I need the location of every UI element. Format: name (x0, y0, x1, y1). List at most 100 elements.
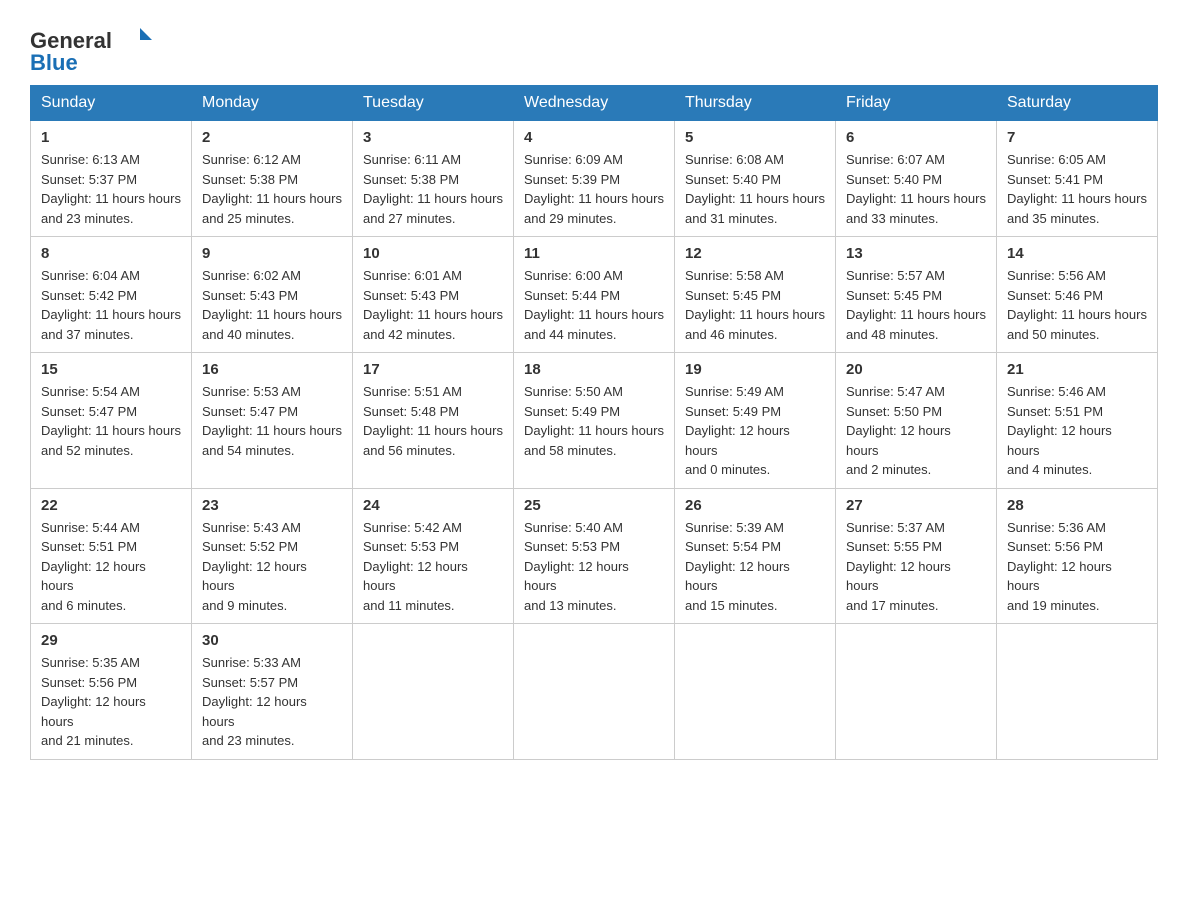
day-info: Sunrise: 6:09 AMSunset: 5:39 PMDaylight:… (524, 150, 664, 228)
day-info: Sunrise: 5:35 AMSunset: 5:56 PMDaylight:… (41, 653, 181, 751)
day-info: Sunrise: 6:01 AMSunset: 5:43 PMDaylight:… (363, 266, 503, 344)
calendar-week-2: 8 Sunrise: 6:04 AMSunset: 5:42 PMDaylight… (31, 237, 1158, 353)
calendar-cell: 16 Sunrise: 5:53 AMSunset: 5:47 PMDayligh… (192, 353, 353, 489)
day-number: 15 (41, 361, 181, 378)
day-info: Sunrise: 6:02 AMSunset: 5:43 PMDaylight:… (202, 266, 342, 344)
day-number: 24 (363, 497, 503, 514)
calendar-cell: 30Sunrise: 5:33 AMSunset: 5:57 PMDayligh… (192, 624, 353, 760)
day-info: Sunrise: 6:08 AMSunset: 5:40 PMDaylight:… (685, 150, 825, 228)
calendar-week-5: 29 Sunrise: 5:35 AMSunset: 5:56 PMDayligh… (31, 624, 1158, 760)
day-number: 19 (685, 361, 825, 378)
calendar-cell: 9 Sunrise: 6:02 AMSunset: 5:43 PMDaylight… (192, 237, 353, 353)
calendar-cell: 7Sunrise: 6:05 AMSunset: 5:41 PMDaylight… (997, 121, 1158, 237)
calendar-cell: 13 Sunrise: 5:57 AMSunset: 5:45 PMDayligh… (836, 237, 997, 353)
day-info: Sunrise: 5:50 AMSunset: 5:49 PMDaylight:… (524, 382, 664, 460)
day-number: 13 (846, 245, 986, 262)
svg-text:Blue: Blue (30, 50, 78, 75)
day-number: 2 (202, 129, 342, 146)
weekday-header-sunday: Sunday (31, 86, 192, 121)
day-number: 10 (363, 245, 503, 262)
calendar-cell: 14 Sunrise: 5:56 AMSunset: 5:46 PMDayligh… (997, 237, 1158, 353)
weekday-header-friday: Friday (836, 86, 997, 121)
day-number: 11 (524, 245, 664, 262)
day-info: Sunrise: 5:37 AMSunset: 5:55 PMDaylight:… (846, 518, 986, 616)
weekday-header-thursday: Thursday (675, 86, 836, 121)
day-info: Sunrise: 5:54 AMSunset: 5:47 PMDaylight:… (41, 382, 181, 460)
day-info: Sunrise: 5:43 AMSunset: 5:52 PMDaylight:… (202, 518, 342, 616)
calendar-cell: 17 Sunrise: 5:51 AMSunset: 5:48 PMDayligh… (353, 353, 514, 489)
calendar-cell: 3 Sunrise: 6:11 AMSunset: 5:38 PMDaylight… (353, 121, 514, 237)
calendar-cell: 10 Sunrise: 6:01 AMSunset: 5:43 PMDayligh… (353, 237, 514, 353)
calendar-week-3: 15 Sunrise: 5:54 AMSunset: 5:47 PMDayligh… (31, 353, 1158, 489)
day-info: Sunrise: 5:36 AMSunset: 5:56 PMDaylight:… (1007, 518, 1147, 616)
day-info: Sunrise: 6:12 AMSunset: 5:38 PMDaylight:… (202, 150, 342, 228)
calendar-week-4: 22Sunrise: 5:44 AMSunset: 5:51 PMDayligh… (31, 488, 1158, 624)
day-number: 1 (41, 129, 181, 146)
weekday-header-monday: Monday (192, 86, 353, 121)
day-number: 8 (41, 245, 181, 262)
calendar-cell: 11 Sunrise: 6:00 AMSunset: 5:44 PMDayligh… (514, 237, 675, 353)
day-info: Sunrise: 6:00 AMSunset: 5:44 PMDaylight:… (524, 266, 664, 344)
calendar-cell: 4Sunrise: 6:09 AMSunset: 5:39 PMDaylight… (514, 121, 675, 237)
calendar-cell: 20 Sunrise: 5:47 AMSunset: 5:50 PMDayligh… (836, 353, 997, 489)
calendar-cell: 23Sunrise: 5:43 AMSunset: 5:52 PMDayligh… (192, 488, 353, 624)
day-number: 12 (685, 245, 825, 262)
calendar-cell: 1Sunrise: 6:13 AMSunset: 5:37 PMDaylight… (31, 121, 192, 237)
day-number: 29 (41, 632, 181, 649)
day-number: 5 (685, 129, 825, 146)
day-number: 20 (846, 361, 986, 378)
day-number: 22 (41, 497, 181, 514)
logo-image: General Blue (30, 20, 160, 75)
day-info: Sunrise: 5:57 AMSunset: 5:45 PMDaylight:… (846, 266, 986, 344)
day-info: Sunrise: 6:04 AMSunset: 5:42 PMDaylight:… (41, 266, 181, 344)
day-info: Sunrise: 5:56 AMSunset: 5:46 PMDaylight:… (1007, 266, 1147, 344)
day-number: 9 (202, 245, 342, 262)
weekday-header-saturday: Saturday (997, 86, 1158, 121)
day-number: 16 (202, 361, 342, 378)
calendar-week-1: 1Sunrise: 6:13 AMSunset: 5:37 PMDaylight… (31, 121, 1158, 237)
day-number: 6 (846, 129, 986, 146)
calendar-body: 1Sunrise: 6:13 AMSunset: 5:37 PMDaylight… (31, 121, 1158, 760)
day-number: 28 (1007, 497, 1147, 514)
calendar-table: SundayMondayTuesdayWednesdayThursdayFrid… (30, 85, 1158, 760)
calendar-cell: 22Sunrise: 5:44 AMSunset: 5:51 PMDayligh… (31, 488, 192, 624)
calendar-cell (675, 624, 836, 760)
calendar-cell: 27 Sunrise: 5:37 AMSunset: 5:55 PMDayligh… (836, 488, 997, 624)
day-info: Sunrise: 5:51 AMSunset: 5:48 PMDaylight:… (363, 382, 503, 460)
calendar-cell: 25Sunrise: 5:40 AMSunset: 5:53 PMDayligh… (514, 488, 675, 624)
calendar-cell: 26 Sunrise: 5:39 AMSunset: 5:54 PMDayligh… (675, 488, 836, 624)
calendar-cell: 19Sunrise: 5:49 AMSunset: 5:49 PMDayligh… (675, 353, 836, 489)
day-number: 27 (846, 497, 986, 514)
day-info: Sunrise: 5:46 AMSunset: 5:51 PMDaylight:… (1007, 382, 1147, 480)
day-info: Sunrise: 5:40 AMSunset: 5:53 PMDaylight:… (524, 518, 664, 616)
day-number: 7 (1007, 129, 1147, 146)
day-info: Sunrise: 5:39 AMSunset: 5:54 PMDaylight:… (685, 518, 825, 616)
weekday-header-tuesday: Tuesday (353, 86, 514, 121)
weekday-header-wednesday: Wednesday (514, 86, 675, 121)
calendar-cell: 21Sunrise: 5:46 AMSunset: 5:51 PMDayligh… (997, 353, 1158, 489)
calendar-cell (514, 624, 675, 760)
day-number: 18 (524, 361, 664, 378)
calendar-cell (353, 624, 514, 760)
calendar-cell (997, 624, 1158, 760)
calendar-cell: 6 Sunrise: 6:07 AMSunset: 5:40 PMDaylight… (836, 121, 997, 237)
day-info: Sunrise: 6:11 AMSunset: 5:38 PMDaylight:… (363, 150, 503, 228)
day-number: 14 (1007, 245, 1147, 262)
calendar-cell: 2 Sunrise: 6:12 AMSunset: 5:38 PMDaylight… (192, 121, 353, 237)
day-info: Sunrise: 5:47 AMSunset: 5:50 PMDaylight:… (846, 382, 986, 480)
calendar-cell: 15 Sunrise: 5:54 AMSunset: 5:47 PMDayligh… (31, 353, 192, 489)
calendar-cell: 12 Sunrise: 5:58 AMSunset: 5:45 PMDayligh… (675, 237, 836, 353)
day-number: 17 (363, 361, 503, 378)
day-number: 26 (685, 497, 825, 514)
day-number: 3 (363, 129, 503, 146)
day-info: Sunrise: 5:33 AMSunset: 5:57 PMDaylight:… (202, 653, 342, 751)
page-header: General Blue (30, 20, 1158, 75)
calendar-cell: 18 Sunrise: 5:50 AMSunset: 5:49 PMDayligh… (514, 353, 675, 489)
day-info: Sunrise: 6:07 AMSunset: 5:40 PMDaylight:… (846, 150, 986, 228)
calendar-cell: 24 Sunrise: 5:42 AMSunset: 5:53 PMDayligh… (353, 488, 514, 624)
calendar-cell: 29 Sunrise: 5:35 AMSunset: 5:56 PMDayligh… (31, 624, 192, 760)
day-info: Sunrise: 5:42 AMSunset: 5:53 PMDaylight:… (363, 518, 503, 616)
day-info: Sunrise: 5:58 AMSunset: 5:45 PMDaylight:… (685, 266, 825, 344)
day-info: Sunrise: 5:53 AMSunset: 5:47 PMDaylight:… (202, 382, 342, 460)
weekday-header-row: SundayMondayTuesdayWednesdayThursdayFrid… (31, 86, 1158, 121)
